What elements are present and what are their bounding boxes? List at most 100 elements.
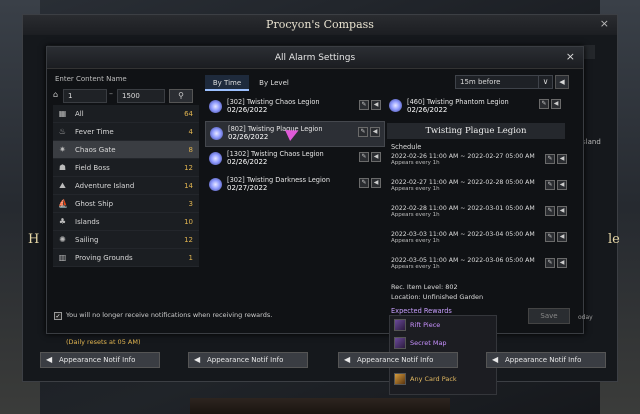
- pin-icon[interactable]: ✎: [545, 258, 555, 268]
- reward-label: Secret Map: [410, 339, 447, 347]
- reward-item[interactable]: Any Card Pack: [390, 370, 496, 388]
- tab-by-time[interactable]: By Time: [205, 75, 249, 91]
- category-item[interactable]: ☗ Field Boss 12: [53, 159, 199, 177]
- bell-icon[interactable]: ◀: [557, 258, 567, 268]
- bell-icon[interactable]: ◀: [371, 178, 381, 188]
- category-count: 14: [184, 182, 193, 190]
- category-item[interactable]: ⛵ Ghost Ship 3: [53, 195, 199, 213]
- search-button[interactable]: ⚲: [169, 89, 193, 103]
- pin-icon[interactable]: ✎: [545, 180, 555, 190]
- schedule-buttons: ✎ ◀: [543, 232, 567, 242]
- tab-by-level[interactable]: By Level: [251, 75, 297, 91]
- schedule-buttons: ✎ ◀: [543, 206, 567, 216]
- pin-icon[interactable]: ✎: [359, 178, 369, 188]
- alarm-list: [302] Twisting Chaos Legion 02/26/2022 ✎ ◀ […: [205, 95, 385, 199]
- schedule-buttons: ✎ ◀: [543, 258, 567, 268]
- outer-close-icon[interactable]: ×: [600, 17, 609, 30]
- item-buttons: ✎ ◀: [357, 178, 381, 188]
- schedule-row: 2022-02-26 11:00 AM ~ 2022-02-27 05:00 A…: [391, 153, 567, 167]
- bell-icon[interactable]: ◀: [551, 99, 561, 109]
- checkbox-label: You will no longer receive notifications…: [66, 311, 273, 319]
- schedule-row: 2022-02-28 11:00 AM ~ 2022-03-01 05:00 A…: [391, 205, 567, 219]
- list-item[interactable]: [302] Twisting Chaos Legion 02/26/2022 ✎ ◀: [205, 95, 385, 121]
- category-item[interactable]: ▦ All 64: [53, 105, 199, 123]
- category-item[interactable]: ⛰ Adventure Island 14: [53, 177, 199, 195]
- appearance-notif-button[interactable]: ◀ Appearance Notif Info: [40, 352, 160, 368]
- appearance-label: Appearance Notif Info: [207, 356, 284, 364]
- item-buttons: ✎ ◀: [357, 100, 381, 110]
- schedule-repeat: Appears every 1h: [391, 212, 440, 218]
- flame-icon: ♨: [58, 127, 67, 136]
- notification-checkbox[interactable]: ✓: [54, 312, 62, 320]
- check-icon: ✓: [55, 313, 61, 320]
- category-item[interactable]: ✷ Chaos Gate 8: [53, 141, 199, 159]
- pin-icon[interactable]: ✎: [539, 99, 549, 109]
- boss-icon: ☗: [58, 163, 67, 172]
- category-count: 3: [188, 200, 193, 208]
- appearance-label: Appearance Notif Info: [505, 356, 582, 364]
- category-count: 4: [188, 128, 193, 136]
- bell-icon[interactable]: ◀: [557, 180, 567, 190]
- list-item[interactable]: [460] Twisting Phantom Legion 02/26/2022…: [387, 95, 565, 121]
- bell-toggle-button[interactable]: ◀: [555, 75, 569, 89]
- bell-icon[interactable]: ◀: [371, 152, 381, 162]
- category-label: Proving Grounds: [75, 254, 133, 262]
- ship-icon: ⛵: [58, 199, 68, 208]
- appearance-notif-button[interactable]: ◀ Appearance Notif Info: [486, 352, 606, 368]
- chaos-gate-orb-icon: [389, 99, 402, 112]
- category-item[interactable]: ♨ Fever Time 4: [53, 123, 199, 141]
- alarm-timing-select[interactable]: 15m before ∨: [455, 75, 553, 89]
- category-label: Adventure Island: [75, 182, 135, 190]
- category-count: 12: [184, 236, 193, 244]
- pillar-icon: ▥: [58, 253, 67, 262]
- bell-icon[interactable]: ◀: [557, 232, 567, 242]
- chaos-gate-orb-icon: [209, 178, 222, 191]
- category-label: Ghost Ship: [75, 200, 114, 208]
- bell-icon[interactable]: ◀: [370, 127, 380, 137]
- bell-icon[interactable]: ◀: [557, 206, 567, 216]
- appearance-label: Appearance Notif Info: [59, 356, 136, 364]
- bell-icon[interactable]: ◀: [557, 154, 567, 164]
- reward-label: Rift Piece: [410, 321, 441, 329]
- category-item[interactable]: ▥ Proving Grounds 1: [53, 249, 199, 267]
- pin-icon[interactable]: ✎: [545, 206, 555, 216]
- pin-icon[interactable]: ✎: [545, 154, 555, 164]
- rec-item-level: Rec. Item Level: 802: [391, 283, 458, 291]
- category-item[interactable]: ✺ Sailing 12: [53, 231, 199, 249]
- game-hotbar: [190, 398, 450, 414]
- detail-title: Twisting Plague Legion: [387, 123, 565, 139]
- schedule-row: 2022-02-27 11:00 AM ~ 2022-02-28 05:00 A…: [391, 179, 567, 193]
- appearance-notif-button[interactable]: ◀ Appearance Notif Info: [338, 352, 458, 368]
- pin-icon[interactable]: ✎: [358, 127, 368, 137]
- megaphone-icon: ◀: [194, 355, 201, 364]
- level-range-search: ⌂ 1 – 1500 ⚲: [53, 89, 199, 103]
- close-icon[interactable]: ×: [566, 50, 575, 63]
- pin-icon[interactable]: ✎: [545, 232, 555, 242]
- pin-icon[interactable]: ✎: [359, 152, 369, 162]
- home-icon: ⌂: [53, 90, 59, 99]
- list-item[interactable]: [302] Twisting Darkness Legion 02/27/2022…: [205, 173, 385, 199]
- item-buttons: ✎ ◀: [357, 152, 381, 162]
- category-label: Sailing: [75, 236, 99, 244]
- reward-icon: [394, 337, 406, 349]
- bell-icon[interactable]: ◀: [371, 100, 381, 110]
- category-item[interactable]: ♣ Islands 10: [53, 213, 199, 231]
- chaos-gate-orb-icon: [209, 152, 222, 165]
- list-item[interactable]: [1302] Twisting Chaos Legion 02/26/2022 ✎ ◀: [205, 147, 385, 173]
- pin-icon[interactable]: ✎: [359, 100, 369, 110]
- rewards-heading: Expected Rewards: [391, 307, 452, 315]
- appearance-label: Appearance Notif Info: [357, 356, 434, 364]
- min-level-input[interactable]: 1: [63, 89, 107, 103]
- max-level-input[interactable]: 1500: [117, 89, 165, 103]
- bg-text-right: le: [608, 232, 620, 247]
- search-label: Enter Content Name: [55, 75, 127, 83]
- today-label: oday: [578, 314, 593, 321]
- reward-item[interactable]: Rift Piece: [390, 316, 496, 334]
- item-buttons: ✎ ◀: [356, 127, 380, 137]
- save-button[interactable]: Save: [528, 308, 570, 324]
- category-count: 64: [184, 110, 193, 118]
- sun-icon: ✺: [59, 235, 66, 244]
- appearance-notif-button[interactable]: ◀ Appearance Notif Info: [188, 352, 308, 368]
- reward-item[interactable]: Secret Map: [390, 334, 496, 352]
- category-count: 10: [184, 218, 193, 226]
